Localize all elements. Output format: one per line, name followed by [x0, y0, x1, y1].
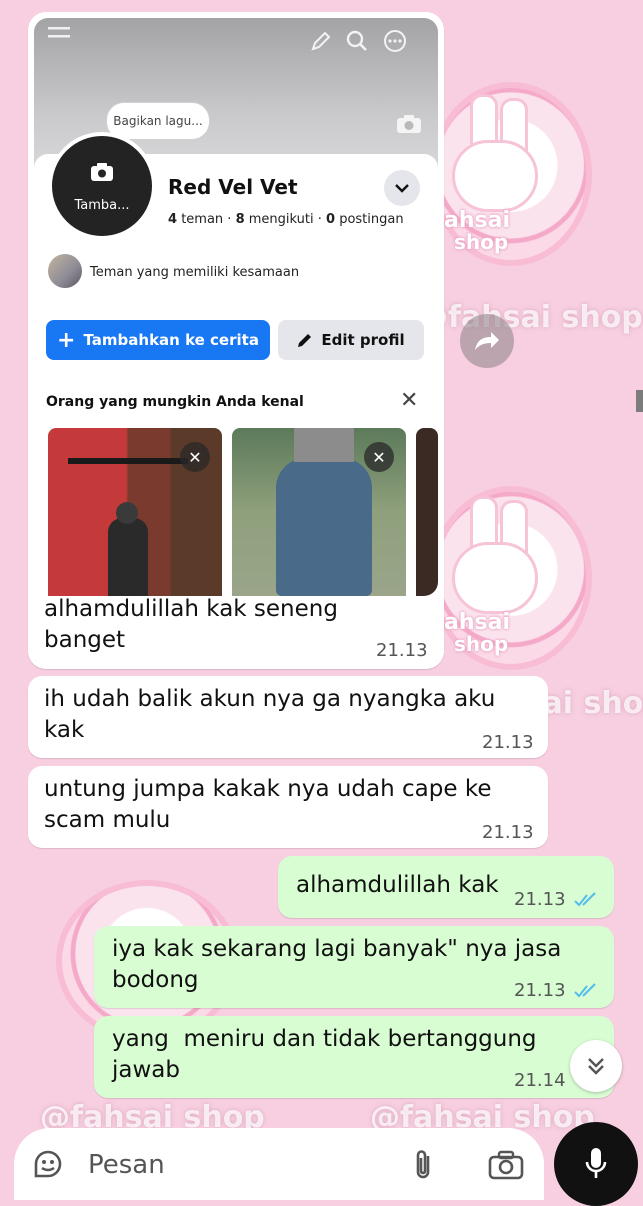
message-bubble-outgoing[interactable]: yang meniru dan tidak bertanggung jawab …	[94, 1016, 614, 1098]
message-bubble-outgoing[interactable]: iya kak sekarang lagi banyak" nya jasa b…	[94, 926, 614, 1008]
message-text: untung jumpa kakak nya udah cape ke scam…	[44, 776, 492, 833]
close-icon: ✕	[400, 388, 419, 413]
double-chevron-down-icon	[588, 1058, 604, 1075]
message-bubble-image[interactable]: Bagikan lagu... Tamba... Red Vel Vet 4 t…	[28, 12, 444, 669]
sticker-icon[interactable]	[32, 1148, 64, 1180]
avatar: Tamba...	[48, 132, 156, 240]
pencil-icon	[310, 30, 332, 58]
plus-icon: +	[57, 327, 76, 353]
camera-icon	[397, 115, 421, 133]
friends-count: 4	[168, 212, 178, 227]
voice-record-button[interactable]	[554, 1122, 638, 1206]
message-bubble[interactable]: untung jumpa kakak nya udah cape ke scam…	[28, 766, 548, 848]
close-icon: ✕	[180, 442, 210, 472]
profile-name: Red Vel Vet	[168, 175, 298, 199]
message-text: yang meniru dan tidak bertanggung jawab	[112, 1026, 544, 1083]
profile-screenshot[interactable]: Bagikan lagu... Tamba... Red Vel Vet 4 t…	[34, 18, 438, 596]
following-count: 8	[235, 212, 245, 227]
read-receipt-icon	[574, 892, 596, 907]
watermark-text: @fahsai shop	[418, 300, 643, 335]
suggestion-card: ✕	[232, 428, 406, 596]
attach-icon[interactable]	[410, 1148, 436, 1182]
menu-icon	[48, 24, 72, 49]
suggestion-card	[416, 428, 438, 596]
message-input-bar[interactable]: Pesan	[14, 1128, 544, 1200]
expand-button	[384, 170, 420, 206]
bunny-face	[452, 140, 538, 212]
posts-count: 0	[326, 212, 336, 227]
suggestion-card: ✕	[48, 428, 222, 596]
add-to-story-label: Tambahkan ke cerita	[83, 331, 259, 349]
chevron-down-icon	[395, 184, 409, 193]
message-text: ih udah balik akun nya ga nyangka aku ka…	[44, 686, 496, 743]
share-song-pill: Bagikan lagu...	[106, 102, 210, 140]
message-text: alhamdulillah kak seneng banget	[44, 596, 338, 653]
scroll-to-bottom-button[interactable]	[570, 1040, 622, 1092]
edit-profile-label: Edit profil	[321, 331, 405, 349]
forward-icon	[475, 332, 499, 350]
camera-icon	[91, 163, 113, 181]
following-label: mengikuti	[248, 212, 314, 227]
message-time: 21.13	[376, 640, 428, 661]
forward-button[interactable]	[460, 314, 514, 368]
message-time: 21.13	[514, 889, 566, 910]
friends-label: teman	[181, 212, 224, 227]
avatar-label: Tamba...	[74, 198, 130, 213]
search-icon	[346, 30, 368, 58]
shop-sublabel: shop	[454, 230, 509, 254]
posts-label: postingan	[339, 212, 404, 227]
add-to-story-button: + Tambahkan ke cerita	[46, 320, 270, 360]
edit-pen-icon	[298, 334, 312, 347]
scroll-indicator	[636, 390, 643, 412]
mutual-friends-text: Teman yang memiliki kesamaan	[90, 265, 300, 280]
more-icon	[382, 28, 408, 60]
read-receipt-icon	[574, 983, 596, 998]
profile-stats: 4 teman · 8 mengikuti · 0 postingan	[168, 212, 404, 227]
mutual-friend-avatar	[48, 254, 82, 288]
close-icon: ✕	[364, 442, 394, 472]
message-time: 21.13	[482, 822, 534, 843]
camera-icon[interactable]	[488, 1150, 524, 1180]
message-input[interactable]: Pesan	[88, 1150, 165, 1180]
bunny-face	[452, 542, 538, 614]
message-time: 21.14	[514, 1070, 566, 1091]
shop-sublabel: shop	[454, 632, 509, 656]
edit-profile-button: Edit profil	[278, 320, 424, 360]
people-you-may-know-title: Orang yang mungkin Anda kenal	[46, 394, 304, 410]
mic-icon	[585, 1148, 607, 1178]
message-time: 21.13	[514, 980, 566, 1001]
message-bubble[interactable]: ih udah balik akun nya ga nyangka aku ka…	[28, 676, 548, 758]
message-time: 21.13	[482, 732, 534, 753]
message-bubble-outgoing[interactable]: alhamdulillah kak 21.13	[278, 856, 614, 918]
message-text: iya kak sekarang lagi banyak" nya jasa b…	[112, 936, 562, 993]
message-text: alhamdulillah kak	[296, 872, 499, 898]
